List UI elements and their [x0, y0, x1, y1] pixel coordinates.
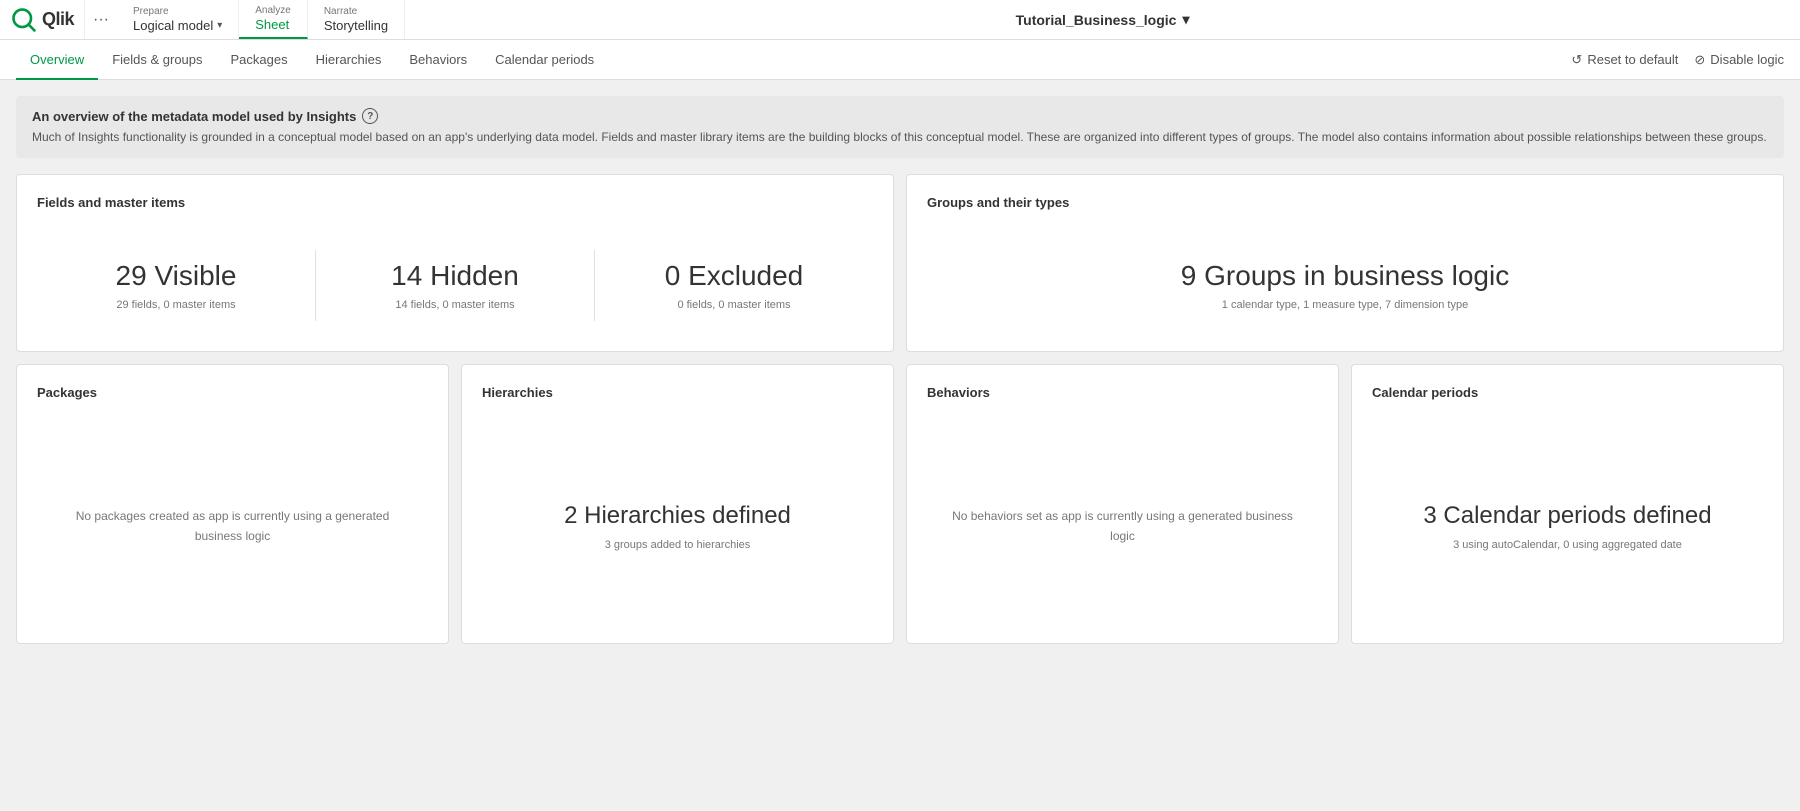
behaviors-muted-text: No behaviors set as app is currently usi…: [947, 507, 1298, 545]
app-title[interactable]: Tutorial_Business_logic ▾: [1016, 11, 1190, 28]
tabs-actions: ↺ Reset to default ⊘ Disable logic: [1571, 52, 1784, 68]
qlik-logo-icon: [10, 6, 38, 34]
prepare-dropdown-arrow: ▾: [217, 20, 222, 31]
info-banner-title: An overview of the metadata model used b…: [32, 108, 1768, 124]
fields-visible-label: 29 fields, 0 master items: [116, 299, 235, 311]
nav-prepare[interactable]: Prepare Logical model ▾: [117, 0, 239, 39]
groups-total-number: 9 Groups in business logic: [937, 260, 1753, 292]
calendar-periods-card: Calendar periods 3 Calendar periods defi…: [1351, 364, 1784, 644]
info-icon: ?: [362, 108, 378, 124]
calendar-periods-card-title: Calendar periods: [1372, 385, 1763, 400]
nav-analyze-value: Sheet: [255, 17, 291, 32]
fields-card-title: Fields and master items: [37, 195, 873, 210]
fields-excluded-label: 0 fields, 0 master items: [677, 299, 790, 311]
tab-overview[interactable]: Overview: [16, 40, 98, 80]
calendar-periods-sub-text: 3 using autoCalendar, 0 using aggregated…: [1453, 539, 1682, 551]
behaviors-card-content: No behaviors set as app is currently usi…: [927, 430, 1318, 623]
calendar-periods-big-number: 3 Calendar periods defined: [1423, 502, 1711, 530]
groups-card-stats: 9 Groups in business logic 1 calendar ty…: [927, 240, 1763, 331]
reset-button[interactable]: ↺ Reset to default: [1571, 52, 1678, 68]
info-banner-title-text: An overview of the metadata model used b…: [32, 109, 356, 124]
dots-menu[interactable]: ···: [85, 0, 117, 39]
app-title-text: Tutorial_Business_logic: [1016, 12, 1177, 28]
groups-card: Groups and their types 9 Groups in busin…: [906, 174, 1784, 352]
fields-card-stats: 29 Visible 29 fields, 0 master items 14 …: [37, 240, 873, 331]
tab-hierarchies[interactable]: Hierarchies: [302, 40, 396, 80]
nav-analyze[interactable]: Analyze Sheet: [239, 0, 308, 39]
top-cards-row: Fields and master items 29 Visible 29 fi…: [16, 174, 1784, 352]
calendar-periods-stat: 3 Calendar periods defined 3 using autoC…: [1423, 502, 1711, 551]
hierarchies-sub-text: 3 groups added to hierarchies: [605, 539, 751, 551]
app-title-arrow: ▾: [1182, 11, 1189, 28]
hierarchies-card-content: 2 Hierarchies defined 3 groups added to …: [482, 430, 873, 623]
packages-card: Packages No packages created as app is c…: [16, 364, 449, 644]
fields-hidden-number: 14 Hidden: [326, 260, 584, 292]
hierarchies-card-title: Hierarchies: [482, 385, 873, 400]
nav-narrate[interactable]: Narrate Storytelling: [308, 0, 405, 39]
fields-excluded-number: 0 Excluded: [605, 260, 863, 292]
tab-fields-groups[interactable]: Fields & groups: [98, 40, 216, 80]
nav-analyze-label: Analyze: [255, 5, 291, 17]
behaviors-card: Behaviors No behaviors set as app is cur…: [906, 364, 1339, 644]
nav-center: Tutorial_Business_logic ▾: [405, 0, 1800, 39]
nav-prepare-value: Logical model ▾: [133, 18, 222, 33]
groups-stat-total: 9 Groups in business logic 1 calendar ty…: [927, 240, 1763, 331]
disable-icon: ⊘: [1694, 52, 1705, 68]
reset-label: Reset to default: [1587, 52, 1678, 67]
hierarchies-big-number: 2 Hierarchies defined: [564, 502, 791, 530]
tabs-bar: Overview Fields & groups Packages Hierar…: [0, 40, 1800, 80]
reset-icon: ↺: [1571, 52, 1582, 68]
groups-total-label: 1 calendar type, 1 measure type, 7 dimen…: [1222, 299, 1468, 311]
hierarchies-stat: 2 Hierarchies defined 3 groups added to …: [564, 502, 791, 551]
logo-area: Qlik: [0, 0, 85, 39]
info-banner-text: Much of Insights functionality is ground…: [32, 128, 1768, 146]
nav-narrate-value: Storytelling: [324, 18, 388, 33]
fields-card: Fields and master items 29 Visible 29 fi…: [16, 174, 894, 352]
top-nav: Qlik ··· Prepare Logical model ▾ Analyze…: [0, 0, 1800, 40]
qlik-logo: Qlik: [10, 6, 74, 34]
fields-stat-hidden: 14 Hidden 14 fields, 0 master items: [316, 240, 594, 331]
nav-prepare-label: Prepare: [133, 6, 222, 18]
info-banner: An overview of the metadata model used b…: [16, 96, 1784, 158]
disable-label: Disable logic: [1710, 52, 1784, 67]
behaviors-card-title: Behaviors: [927, 385, 1318, 400]
bottom-cards-row: Packages No packages created as app is c…: [16, 364, 1784, 644]
disable-button[interactable]: ⊘ Disable logic: [1694, 52, 1784, 68]
tab-calendar-periods[interactable]: Calendar periods: [481, 40, 608, 80]
qlik-logo-text: Qlik: [42, 9, 74, 30]
packages-muted-text: No packages created as app is currently …: [57, 507, 408, 545]
packages-card-title: Packages: [37, 385, 428, 400]
nav-narrate-label: Narrate: [324, 6, 388, 18]
fields-visible-number: 29 Visible: [47, 260, 305, 292]
tab-packages[interactable]: Packages: [217, 40, 302, 80]
tab-behaviors[interactable]: Behaviors: [395, 40, 481, 80]
hierarchies-card: Hierarchies 2 Hierarchies defined 3 grou…: [461, 364, 894, 644]
packages-card-content: No packages created as app is currently …: [37, 430, 428, 623]
calendar-periods-card-content: 3 Calendar periods defined 3 using autoC…: [1372, 430, 1763, 623]
main-content: An overview of the metadata model used b…: [0, 80, 1800, 811]
fields-stat-excluded: 0 Excluded 0 fields, 0 master items: [595, 240, 873, 331]
fields-hidden-label: 14 fields, 0 master items: [395, 299, 514, 311]
groups-card-title: Groups and their types: [927, 195, 1763, 210]
fields-stat-visible: 29 Visible 29 fields, 0 master items: [37, 240, 315, 331]
